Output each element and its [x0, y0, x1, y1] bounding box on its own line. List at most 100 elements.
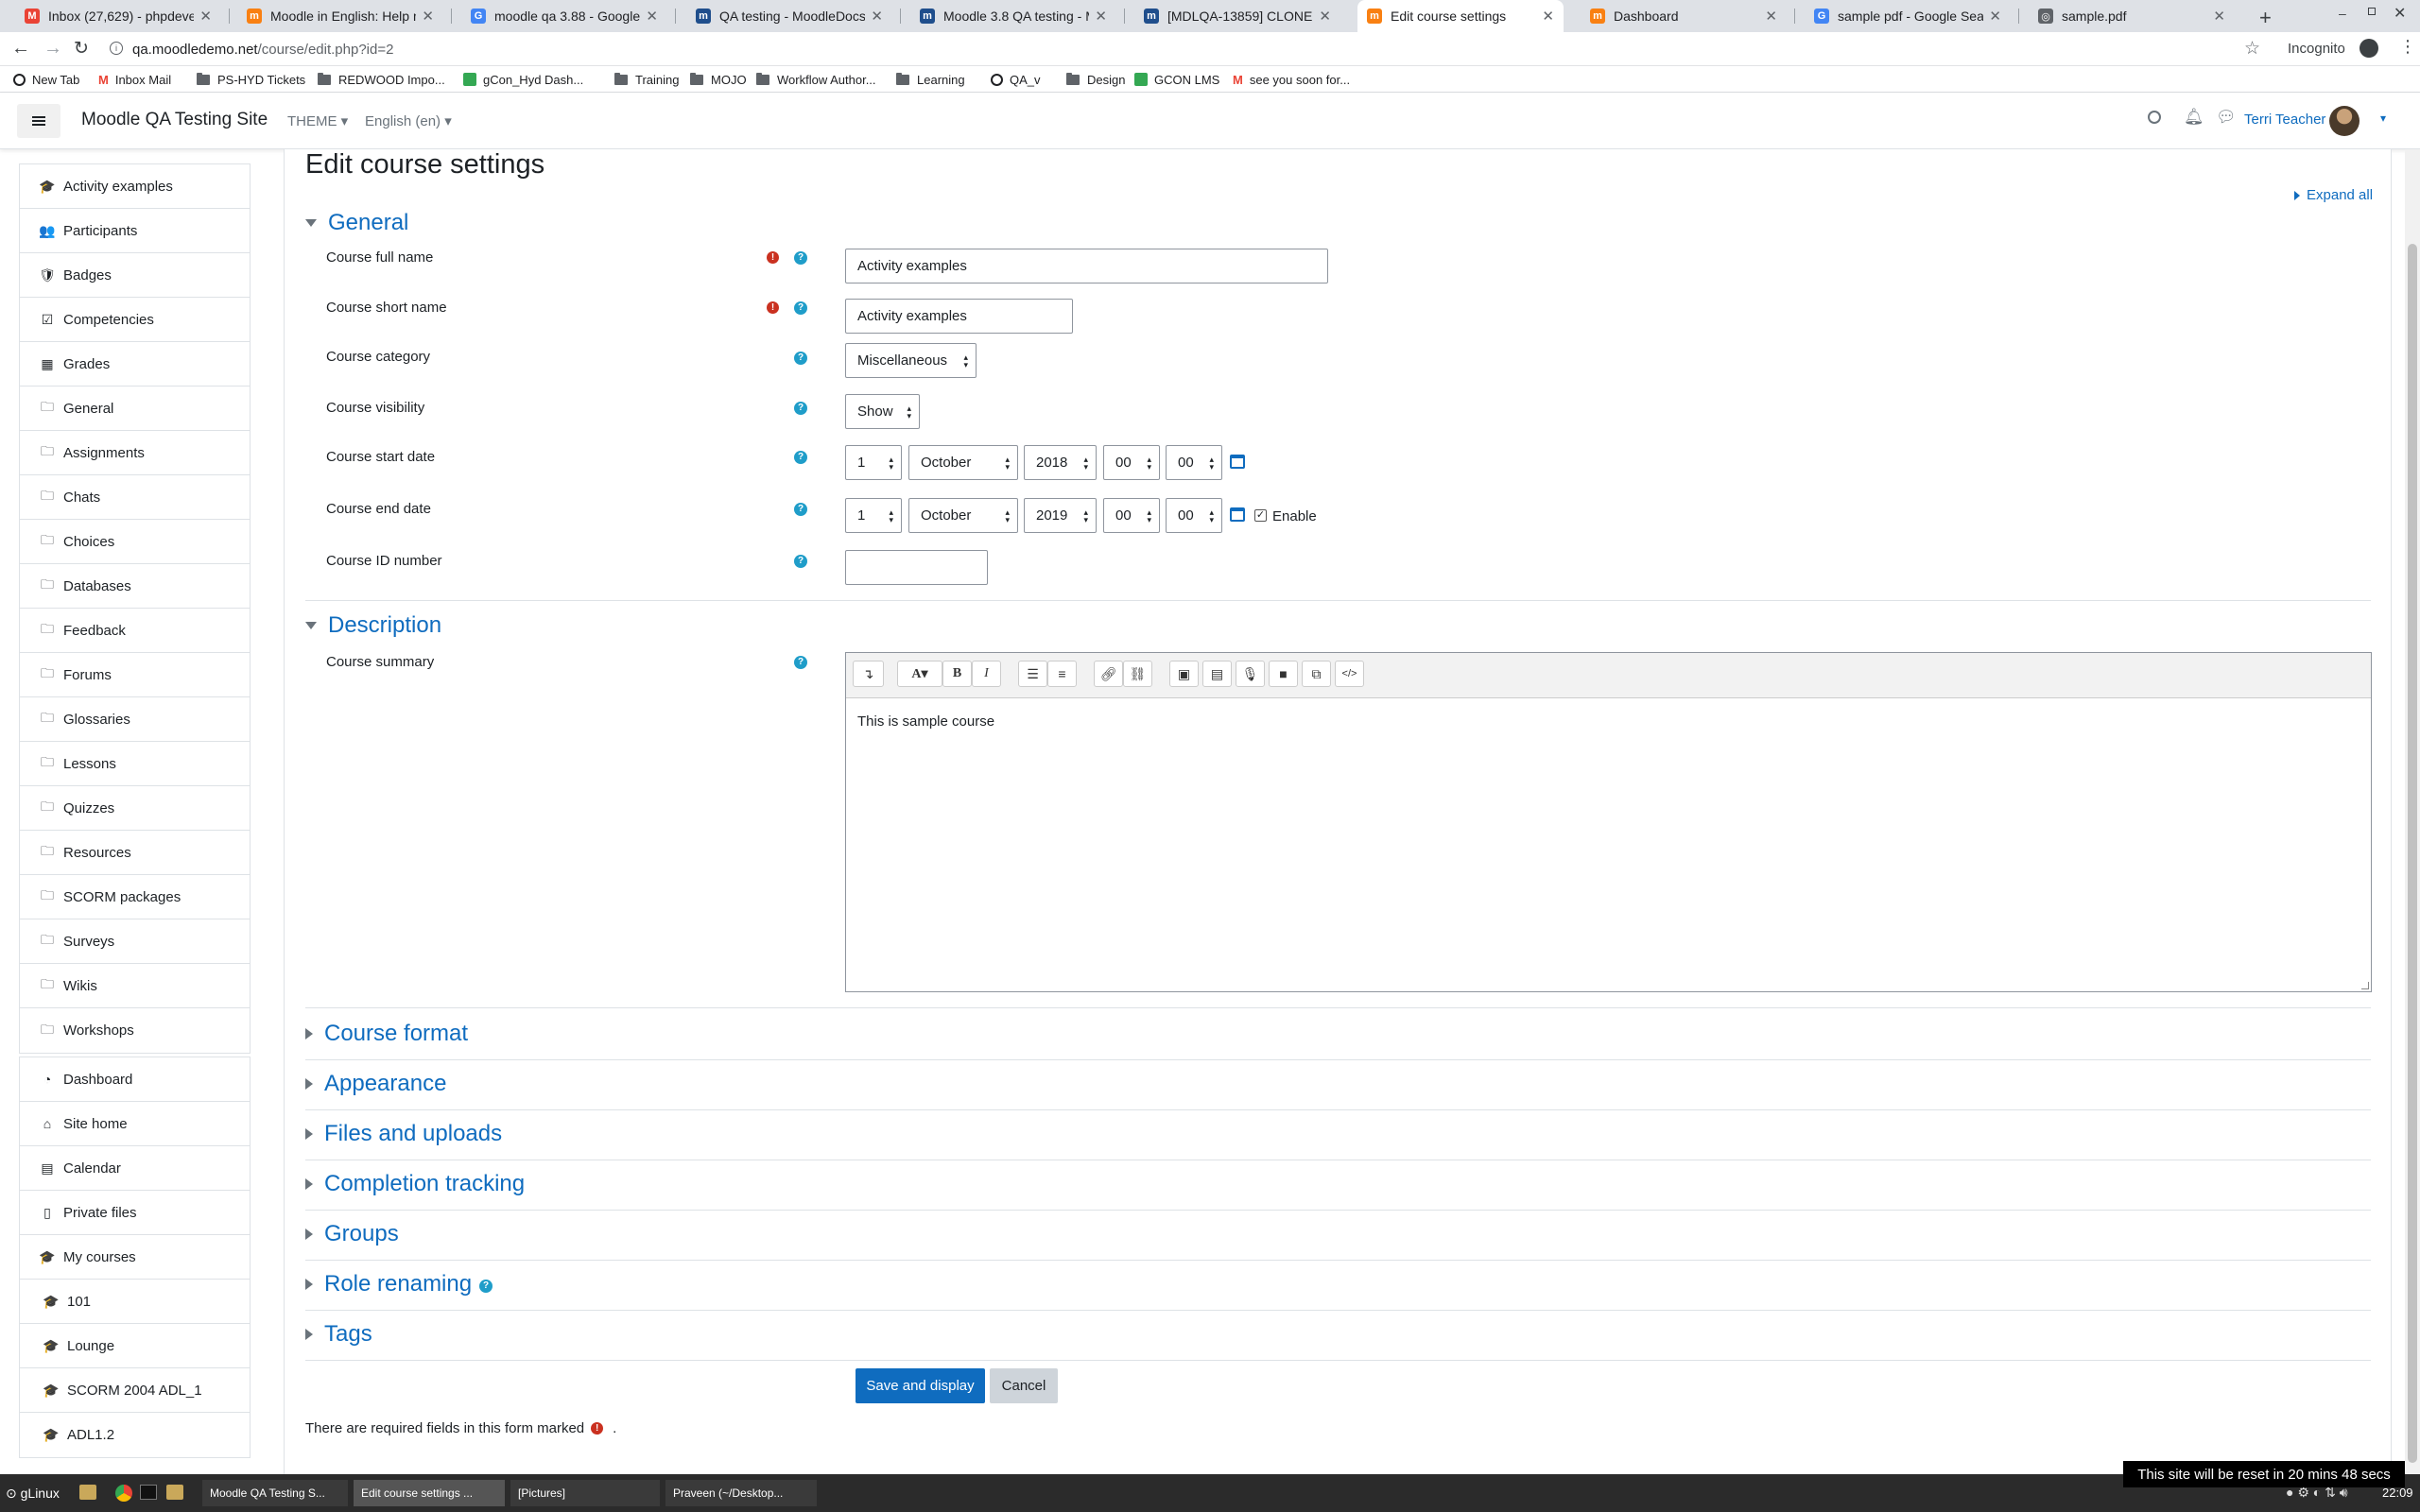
info-icon[interactable]: i: [110, 42, 123, 55]
end-hour-select[interactable]: 00 ▴ ▾: [1103, 498, 1160, 533]
user-name[interactable]: Terri Teacher: [2244, 112, 2325, 128]
drawer-item[interactable]: 🗀 Feedback: [20, 609, 250, 653]
bookmark-item[interactable]: Training: [614, 70, 679, 89]
resize-handle-icon[interactable]: [2361, 982, 2369, 989]
end-year-select[interactable]: 2019 ▴ ▾: [1024, 498, 1097, 533]
window-close-button[interactable]: ✕: [2394, 4, 2406, 23]
drawer-item[interactable]: 🗀 Resources: [20, 831, 250, 875]
editor-content[interactable]: This is sample course: [857, 713, 994, 730]
drawer-item[interactable]: 🗀 Quizzes: [20, 786, 250, 831]
browser-tab[interactable]: m Edit course settings ✕: [1357, 0, 1564, 32]
new-tab-button[interactable]: +: [2259, 6, 2272, 30]
bookmark-item[interactable]: Learning: [896, 70, 965, 89]
help-icon[interactable]: ?: [794, 251, 807, 265]
drawer-item[interactable]: ▯ Private files: [20, 1191, 250, 1235]
drawer-item[interactable]: 🎓 My courses: [20, 1235, 250, 1280]
drawer-item[interactable]: ▦ Grades: [20, 342, 250, 387]
drawer-item[interactable]: ◔ Dashboard: [20, 1057, 250, 1102]
section-header[interactable]: Course format: [305, 1021, 468, 1047]
start-minute-select[interactable]: 00 ▴ ▾: [1166, 445, 1222, 480]
drawer-item[interactable]: 🗀 Workshops: [20, 1008, 250, 1053]
tab-close-icon[interactable]: ✕: [871, 8, 883, 25]
end-date-enable-checkbox[interactable]: ✓: [1254, 509, 1267, 522]
tab-close-icon[interactable]: ✕: [1765, 8, 1777, 25]
drawer-item[interactable]: 🗀 Glossaries: [20, 697, 250, 742]
help-icon[interactable]: ?: [794, 451, 807, 464]
drawer-item[interactable]: 🎓 Activity examples: [20, 164, 250, 209]
drawer-item[interactable]: 🗀 Forums: [20, 653, 250, 697]
bookmark-item[interactable]: PS-HYD Tickets: [197, 70, 305, 89]
drawer-item[interactable]: 🎓 Lounge: [20, 1324, 250, 1368]
tab-close-icon[interactable]: ✕: [1319, 8, 1331, 25]
course-category-select[interactable]: Miscellaneous ▴ ▾: [845, 343, 977, 378]
bold-icon[interactable]: B: [942, 661, 972, 687]
window-minimize-button[interactable]: –: [2339, 6, 2346, 21]
section-header[interactable]: Files and uploads: [305, 1121, 502, 1147]
menu-kebab-icon[interactable]: ⋮: [2399, 37, 2416, 57]
drawer-item[interactable]: 🗀 Wikis: [20, 964, 250, 1008]
drawer-item[interactable]: 🗀 Choices: [20, 520, 250, 564]
course-full-name-input[interactable]: Activity examples: [845, 249, 1328, 284]
browser-tab[interactable]: M Inbox (27,629) - phpdevelop ✕: [15, 0, 221, 32]
terminal-launcher-icon[interactable]: [140, 1485, 157, 1500]
site-name[interactable]: Moodle QA Testing Site: [81, 110, 268, 130]
drawer-item[interactable]: 🗀 Assignments: [20, 431, 250, 475]
taskbar-window[interactable]: Moodle QA Testing S...: [202, 1480, 348, 1506]
section-header[interactable]: Appearance: [305, 1071, 446, 1097]
start-day-select[interactable]: 1 ▴ ▾: [845, 445, 902, 480]
media-icon[interactable]: ▤: [1202, 661, 1232, 687]
drawer-item[interactable]: 👥 Participants: [20, 209, 250, 253]
language-menu[interactable]: English (en) ▾: [365, 112, 452, 129]
message-icon[interactable]: 💬︎: [2216, 108, 2237, 127]
section-header[interactable]: Role renaming?: [305, 1271, 493, 1297]
taskbar-window[interactable]: Edit course settings ...: [354, 1480, 505, 1506]
drawer-item[interactable]: 🗀 General: [20, 387, 250, 431]
bookmark-item[interactable]: MOJO: [690, 70, 747, 89]
drawer-item[interactable]: 🛡 Badges: [20, 253, 250, 298]
back-icon[interactable]: ←: [11, 38, 30, 60]
drawer-toggle-button[interactable]: [17, 104, 60, 138]
window-maximize-button[interactable]: [2368, 8, 2376, 15]
cancel-button[interactable]: Cancel: [990, 1368, 1058, 1403]
bookmark-item[interactable]: M Inbox Mail: [98, 70, 171, 89]
browser-tab[interactable]: Gsample pdf - Google Search ✕: [1805, 0, 2011, 32]
forward-icon[interactable]: →: [43, 38, 62, 60]
drawer-item[interactable]: 🗀 Surveys: [20, 919, 250, 964]
bookmark-item[interactable]: Design: [1066, 70, 1125, 89]
url-field[interactable]: i qa.moodledemo.net/course/edit.php?id=2: [104, 36, 2278, 62]
course-id-number-input[interactable]: [845, 550, 988, 585]
incognito-icon[interactable]: [2360, 39, 2378, 58]
avatar[interactable]: [2329, 106, 2360, 136]
user-menu-caret-icon[interactable]: ▾: [2380, 112, 2386, 125]
browser-tab[interactable]: m [MDLQA-13859] CLONE - A t ✕: [1134, 0, 1340, 32]
bookmark-item[interactable]: QA_v: [991, 70, 1041, 89]
tab-close-icon[interactable]: ✕: [646, 8, 658, 25]
manage-files-icon[interactable]: ⧉: [1302, 661, 1331, 687]
drawer-item[interactable]: 🗀 Chats: [20, 475, 250, 520]
tab-close-icon[interactable]: ✕: [2213, 8, 2225, 25]
chrome-launcher-icon[interactable]: [115, 1485, 132, 1502]
section-general-header[interactable]: General: [305, 210, 408, 236]
start-month-select[interactable]: October ▴ ▾: [908, 445, 1018, 480]
bookmark-star-icon[interactable]: ☆: [2244, 38, 2260, 60]
page-scrollbar[interactable]: [2405, 149, 2420, 1474]
section-header[interactable]: Groups: [305, 1221, 399, 1247]
taskbar-window[interactable]: Praveen (~/Desktop...: [666, 1480, 817, 1506]
unordered-list-icon[interactable]: ☰: [1018, 661, 1047, 687]
bookmark-item[interactable]: GCON LMS: [1134, 70, 1219, 89]
start-menu-button[interactable]: ⊙ gLinux: [6, 1486, 60, 1502]
bookmark-item[interactable]: New Tab: [13, 70, 79, 89]
browser-tab[interactable]: Gmoodle qa 3.88 - Google Se ✕: [461, 0, 667, 32]
start-year-select[interactable]: 2018 ▴ ▾: [1024, 445, 1097, 480]
drawer-item[interactable]: 🎓 SCORM 2004 ADL_1: [20, 1368, 250, 1413]
browser-tab[interactable]: m Moodle in English: Help need ✕: [237, 0, 443, 32]
save-and-display-button[interactable]: Save and display: [856, 1368, 985, 1403]
help-icon[interactable]: ?: [479, 1280, 493, 1293]
help-icon[interactable]: ?: [794, 656, 807, 669]
end-minute-select[interactable]: 00 ▴ ▾: [1166, 498, 1222, 533]
browser-tab[interactable]: m Moodle 3.8 QA testing - Moo ✕: [910, 0, 1116, 32]
drawer-item[interactable]: ⌂ Site home: [20, 1102, 250, 1146]
link-icon[interactable]: 🔗︎: [1094, 661, 1123, 687]
drawer-item[interactable]: ▤ Calendar: [20, 1146, 250, 1191]
drawer-item[interactable]: 🗀 Databases: [20, 564, 250, 609]
